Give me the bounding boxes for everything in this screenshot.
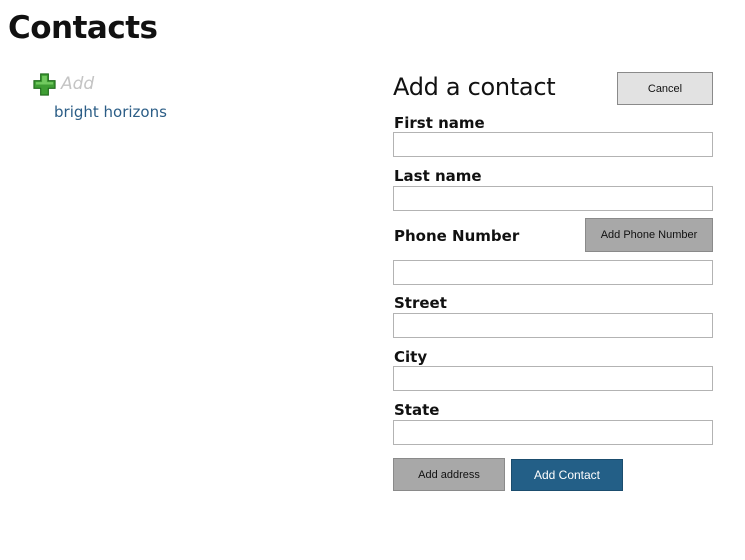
street-input[interactable] — [393, 313, 713, 338]
form-title: Add a contact — [393, 73, 556, 101]
contact-list-item[interactable]: bright horizons — [54, 103, 167, 121]
phone-number-label: Phone Number — [394, 227, 520, 245]
last-name-label: Last name — [394, 167, 482, 185]
state-input[interactable] — [393, 420, 713, 445]
page-title: Contacts — [8, 10, 158, 46]
first-name-input[interactable] — [393, 132, 713, 157]
street-label: Street — [394, 294, 447, 312]
add-phone-number-button[interactable]: Add Phone Number — [585, 218, 713, 252]
plus-icon — [33, 72, 56, 96]
add-label: Add — [61, 74, 95, 94]
city-input[interactable] — [393, 366, 713, 391]
phone-number-input[interactable] — [393, 260, 713, 285]
add-contact-link[interactable]: Add — [33, 72, 94, 96]
add-contact-button[interactable]: Add Contact — [511, 459, 623, 491]
add-address-button[interactable]: Add address — [393, 458, 505, 491]
first-name-label: First name — [394, 114, 485, 132]
city-label: City — [394, 348, 428, 366]
contacts-page: Contacts Add bright horizons Add a conta… — [0, 0, 745, 560]
cancel-button[interactable]: Cancel — [617, 72, 713, 105]
state-label: State — [394, 401, 440, 419]
last-name-input[interactable] — [393, 186, 713, 211]
